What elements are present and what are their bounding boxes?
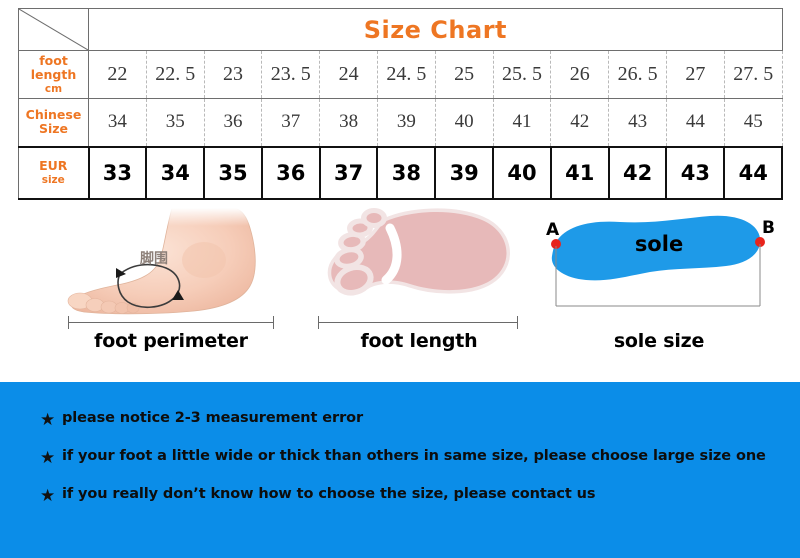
- cell-chinese-size: 36: [203, 98, 263, 147]
- star-icon: ★: [40, 486, 56, 505]
- row-eur-size: EUR size 33 34 35 36 37 38 39 40 41 42 4…: [18, 145, 784, 200]
- cell-foot-length: 25: [434, 50, 494, 99]
- cell-foot-length: 26. 5: [608, 50, 667, 99]
- star-icon: ★: [40, 448, 56, 467]
- caption-foot-perimeter: foot perimeter: [94, 330, 248, 352]
- cell-eur-size: 34: [145, 145, 206, 200]
- size-table: Size Chart foot length cm 22 22. 5 23 23…: [18, 8, 784, 200]
- notice-item: ★ please notice 2-3 measurement error: [40, 410, 800, 428]
- row-label-line1: Chinese: [25, 106, 82, 122]
- size-table-container: Size Chart foot length cm 22 22. 5 23 23…: [18, 8, 784, 200]
- cell-chinese-size: 39: [376, 98, 436, 147]
- illustration-sole-size: A B sole sole size: [534, 206, 784, 376]
- footprint-outline-icon: [327, 208, 510, 296]
- cell-chinese-size: 38: [319, 98, 378, 147]
- cell-foot-length: 26: [550, 50, 610, 99]
- cell-eur-size: 44: [723, 145, 784, 200]
- cell-chinese-size: 43: [608, 98, 667, 147]
- table-title-row: Size Chart: [18, 8, 783, 51]
- cell-eur-size: 43: [665, 145, 726, 200]
- cell-foot-length: 25. 5: [492, 50, 552, 99]
- star-icon: ★: [40, 410, 56, 429]
- illustration-strip: 脚围 foot perimeter foot length A B sole s…: [0, 206, 800, 376]
- foot-side-photo-icon: [54, 208, 292, 315]
- cell-chinese-size: 42: [550, 98, 610, 147]
- cell-chinese-size: 37: [261, 98, 321, 147]
- cell-eur-size: 33: [87, 145, 148, 200]
- row-label-eur-size: EUR size: [18, 145, 89, 200]
- row-label-line2: Size: [38, 121, 69, 137]
- cell-chinese-size: 40: [434, 98, 494, 147]
- size-chart-page: Size Chart foot length cm 22 22. 5 23 23…: [0, 0, 800, 558]
- label-sole: sole: [634, 232, 684, 256]
- illustration-foot-length: foot length: [306, 206, 532, 376]
- row-label-unit: cm: [44, 82, 63, 95]
- row-chinese-size: Chinese Size 34 35 36 37 38 39 40 41 42 …: [18, 98, 783, 147]
- foot-girth-annotation: 脚围: [140, 251, 168, 267]
- cell-foot-length: 24. 5: [376, 50, 436, 99]
- notice-text: please notice 2-3 measurement error: [62, 410, 364, 426]
- chart-title-cell: Size Chart: [88, 8, 783, 51]
- cell-foot-length: 23: [203, 50, 263, 99]
- notice-item: ★ if your foot a little wide or thick th…: [40, 448, 800, 466]
- cell-foot-length: 27: [665, 50, 725, 99]
- cell-eur-size: 40: [492, 145, 552, 200]
- cell-eur-size: 42: [607, 145, 668, 200]
- caption-sole-size: sole size: [613, 330, 705, 352]
- caption-foot-length: foot length: [360, 330, 478, 352]
- cell-chinese-size: 44: [665, 98, 725, 147]
- row-label-foot-length: foot length cm: [18, 50, 89, 99]
- illustration-foot-perimeter: 脚围 foot perimeter: [46, 206, 296, 376]
- cell-eur-size: 38: [376, 145, 437, 200]
- diagonal-divider-icon: [19, 9, 88, 50]
- notice-text: if you really don’t know how to choose t…: [62, 486, 596, 502]
- row-label-line1: foot: [39, 53, 68, 69]
- notice-text: if your foot a little wide or thick than…: [62, 448, 766, 464]
- cell-chinese-size: 35: [145, 98, 205, 147]
- shoe-sole-shape-icon: [551, 215, 765, 307]
- cell-chinese-size: 34: [88, 98, 147, 147]
- corner-diagonal-cell: [18, 8, 89, 51]
- notice-panel: ★ please notice 2-3 measurement error ★ …: [0, 382, 800, 558]
- cell-chinese-size: 41: [492, 98, 552, 147]
- row-label-chinese-size: Chinese Size: [18, 98, 89, 147]
- cell-eur-size: 35: [203, 145, 263, 200]
- cell-eur-size: 36: [260, 145, 321, 200]
- cell-foot-length: 22. 5: [145, 50, 205, 99]
- cell-foot-length: 23. 5: [261, 50, 321, 99]
- cell-chinese-size: 45: [723, 98, 783, 147]
- cell-eur-size: 37: [318, 145, 379, 200]
- cell-foot-length: 22: [88, 50, 147, 99]
- cell-eur-size: 41: [549, 145, 610, 200]
- row-label-line2: length: [30, 67, 77, 83]
- cell-foot-length: 27. 5: [723, 50, 783, 99]
- row-label-line2: size: [41, 173, 65, 186]
- row-foot-length: foot length cm 22 22. 5 23 23. 5 24 24. …: [18, 50, 783, 99]
- notice-item: ★ if you really don’t know how to choose…: [40, 486, 800, 504]
- page-title: Size Chart: [363, 15, 508, 44]
- row-label-line1: EUR: [39, 158, 68, 174]
- cell-eur-size: 39: [434, 145, 495, 200]
- cell-foot-length: 24: [319, 50, 378, 99]
